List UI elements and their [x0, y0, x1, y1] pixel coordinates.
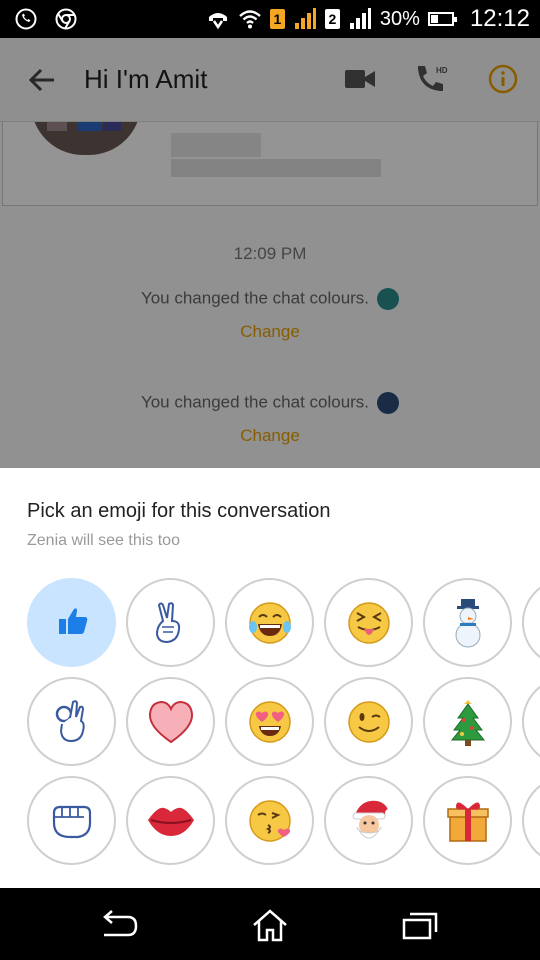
- emoji-kissing-heart[interactable]: [225, 776, 314, 865]
- signal-icon: [294, 8, 316, 29]
- emoji-picker-sheet: Pick an emoji for this conversation Zeni…: [0, 468, 540, 888]
- red-heart-icon: [148, 700, 194, 744]
- winking-face-icon: [348, 701, 390, 743]
- snowman-icon: [455, 599, 481, 648]
- thumbs-up-icon: [59, 608, 88, 634]
- emoji-more[interactable]: [522, 776, 540, 865]
- emoji-tears-of-joy[interactable]: [225, 578, 314, 667]
- emoji-christmas-tree[interactable]: [423, 677, 512, 766]
- victory-hand-icon: [155, 602, 181, 644]
- wifi-icon: [239, 10, 261, 29]
- home-icon[interactable]: [250, 908, 290, 942]
- fist-icon: [52, 805, 92, 839]
- emoji-thumbs-up[interactable]: [27, 578, 116, 667]
- recents-icon[interactable]: [400, 908, 440, 942]
- emoji-heart-eyes[interactable]: [225, 677, 314, 766]
- lips-icon: [148, 807, 194, 836]
- gift-icon: [447, 802, 489, 842]
- emoji-ok-hand[interactable]: [27, 677, 116, 766]
- emoji-lips[interactable]: [126, 776, 215, 865]
- sim2-badge: 2: [324, 9, 340, 29]
- chrome-icon: [55, 8, 77, 30]
- emoji-grid: [27, 578, 540, 875]
- emoji-winking-face[interactable]: [324, 677, 413, 766]
- emoji-fist[interactable]: [27, 776, 116, 865]
- sheet-subtitle: Zenia will see this too: [27, 532, 180, 549]
- santa-icon: [352, 800, 393, 839]
- sheet-title: Pick an emoji for this conversation: [27, 500, 331, 522]
- emoji-snowman[interactable]: [423, 578, 512, 667]
- headset-icon: [208, 13, 227, 30]
- christmas-tree-icon: [450, 700, 486, 746]
- clock: 12:12: [469, 5, 530, 32]
- emoji-santa[interactable]: [324, 776, 413, 865]
- dim-overlay[interactable]: [0, 38, 540, 468]
- emoji-more[interactable]: [522, 677, 540, 766]
- kissing-heart-icon: [249, 800, 291, 842]
- ok-hand-icon: [55, 700, 85, 743]
- sim1-badge: 1: [269, 9, 285, 29]
- status-bar: 1 2 30% 12:12: [0, 0, 540, 38]
- squinting-tongue-icon: [348, 602, 390, 644]
- emoji-gift[interactable]: [423, 776, 512, 865]
- emoji-victory-hand[interactable]: [126, 578, 215, 667]
- emoji-squinting-tongue[interactable]: [324, 578, 413, 667]
- emoji-red-heart[interactable]: [126, 677, 215, 766]
- whatsapp-icon: [15, 8, 37, 30]
- tears-of-joy-icon: [249, 602, 291, 644]
- navigation-bar: [0, 888, 540, 960]
- battery-icon: [427, 12, 457, 26]
- back-icon[interactable]: [100, 908, 140, 942]
- heart-eyes-icon: [249, 701, 291, 743]
- battery-percent: 30%: [379, 7, 420, 30]
- emoji-more[interactable]: [522, 578, 540, 667]
- signal-icon: [349, 8, 371, 29]
